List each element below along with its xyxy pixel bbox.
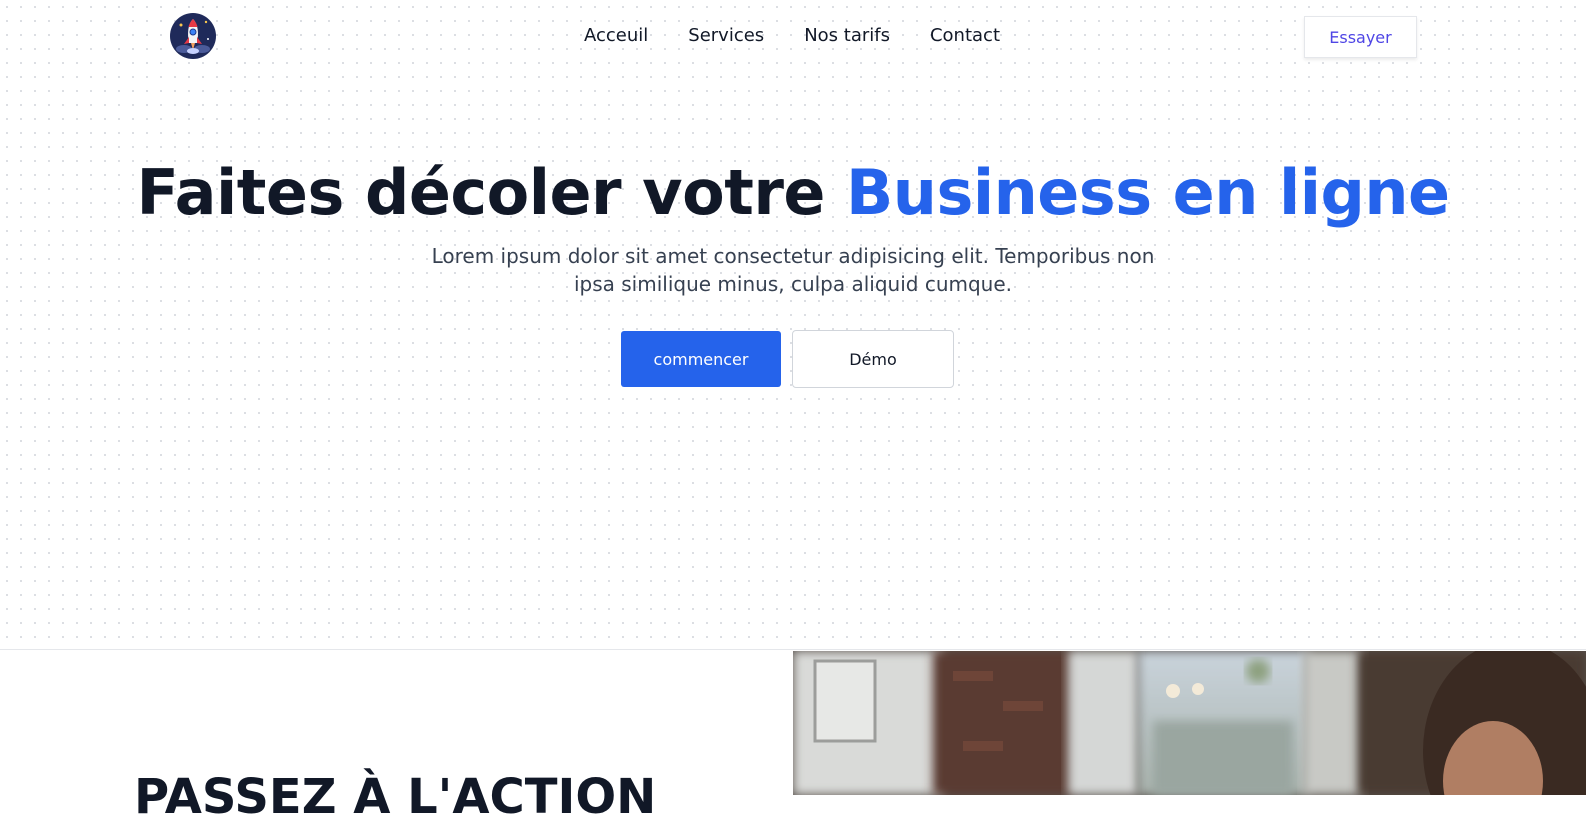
nav-link-contact[interactable]: Contact: [930, 24, 1000, 48]
main-menu: Acceuil Services Nos tarifs Contact: [584, 24, 1000, 48]
try-button[interactable]: Essayer: [1304, 16, 1417, 58]
office-photo-illustration: [793, 651, 1586, 795]
nav-link-services[interactable]: Services: [688, 24, 764, 48]
section-title: PASSEZ À L'ACTION: [134, 769, 657, 825]
office-photo: [793, 651, 1586, 795]
hero-title-main: Faites décoler votre: [136, 156, 847, 229]
start-button[interactable]: commencer: [621, 331, 781, 387]
action-section: PASSEZ À L'ACTION: [0, 651, 1586, 825]
demo-button[interactable]: Démo: [792, 330, 954, 388]
hero-section: Acceuil Services Nos tarifs Contact Essa…: [0, 0, 1586, 650]
hero-subtitle: Lorem ipsum dolor sit amet consectetur a…: [431, 244, 1155, 296]
hero-title-accent: Business en ligne: [846, 156, 1450, 229]
rocket-logo-icon[interactable]: [170, 13, 216, 59]
top-navbar: Acceuil Services Nos tarifs Contact Essa…: [0, 0, 1586, 74]
nav-link-nos-tarifs[interactable]: Nos tarifs: [804, 24, 890, 48]
nav-link-acceuil[interactable]: Acceuil: [584, 24, 648, 48]
hero-title: Faites décoler votre Business en ligne: [0, 155, 1586, 231]
